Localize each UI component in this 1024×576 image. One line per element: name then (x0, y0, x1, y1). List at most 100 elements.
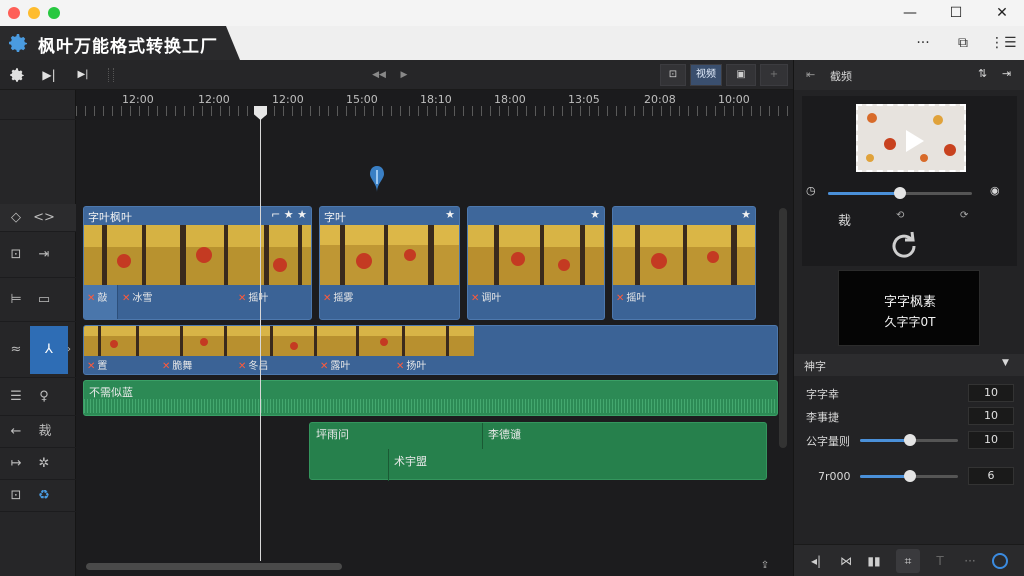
slider-knob[interactable] (904, 434, 916, 446)
list-icon[interactable]: ⋮☰ (990, 33, 1017, 53)
segment-video[interactable]: 视频 (690, 64, 722, 86)
step-forward-icon[interactable]: ▶| (40, 65, 58, 85)
audio-clip[interactable]: 坪雨问 李德谴 术宇盟 (309, 422, 767, 481)
maximize-button[interactable]: ☐ (938, 3, 974, 23)
bars-icon[interactable]: ▮▮ (864, 552, 884, 570)
volume-slider[interactable] (828, 187, 972, 199)
monitor-icon[interactable]: ⊡ (4, 243, 28, 267)
section-header[interactable]: 神字 ▼ (794, 354, 1024, 376)
volume-high-icon[interactable]: ◉ (990, 184, 1000, 197)
prop-value-input[interactable]: 10 (968, 431, 1014, 449)
collapse-icon[interactable]: ⇥ (1002, 67, 1011, 80)
minimize-button[interactable]: — (892, 3, 928, 23)
gear-icon (9, 34, 27, 52)
pin-icon[interactable]: ♀ (32, 385, 56, 409)
prop-slider[interactable] (860, 470, 958, 482)
bowtie-icon[interactable]: ⋈ (836, 552, 856, 570)
zoom-dot[interactable] (48, 7, 60, 19)
star-icon[interactable]: ⌐ ★ ★ (271, 208, 307, 221)
rewind-button[interactable]: ◀◀ (368, 65, 390, 85)
slider-knob[interactable] (894, 187, 906, 199)
video-preview: ◷ ◉ 裁 ⟲ ⟳ (802, 96, 1017, 266)
audio-label: 术宇盟 (394, 455, 427, 468)
track-row-extra: ⊡ ♻ (0, 480, 76, 512)
maple-forest-thumbnail (468, 225, 604, 285)
timeline-area[interactable]: 字叶枫叶 ⌐ ★ ★ ✕ 敲 ✕ 冰雪 ✕ 摇叶 字叶 ★ ✕ 摇雾 ★ ✕ 调… (76, 120, 793, 576)
text-icon[interactable]: T (930, 552, 950, 570)
thumbnail-strip (84, 326, 474, 356)
diamond-icon[interactable]: ◇ (4, 206, 28, 230)
more-icon[interactable]: ··· (912, 33, 934, 53)
export-icon[interactable]: ⊡ (4, 484, 28, 508)
settings-icon[interactable] (8, 66, 26, 84)
slider-knob[interactable] (904, 470, 916, 482)
window-icon[interactable]: ⧉ (952, 33, 974, 53)
chevron-down-icon[interactable]: ▼ (1002, 358, 1009, 368)
video-clip[interactable]: 字叶 ★ ✕ 摇雾 (319, 206, 460, 320)
clip-title: 字叶 (324, 211, 346, 224)
segment-add[interactable]: + (760, 64, 788, 86)
enter-icon[interactable]: ↦ (4, 452, 28, 476)
prop-slider[interactable] (860, 434, 958, 446)
volume-low-icon[interactable]: ◷ (806, 184, 816, 197)
forward-button[interactable]: ▶ (396, 65, 412, 85)
align-icon[interactable]: ⊨ (4, 288, 28, 312)
refresh-icon[interactable] (886, 228, 922, 264)
track-row-audio3: ↦ ✲ (0, 448, 76, 480)
next-frame-icon[interactable]: ▶| (74, 65, 92, 85)
code-icon[interactable]: <> (32, 206, 56, 230)
time-ruler[interactable]: 12:00 12:00 12:00 15:00 18:10 18:00 13:0… (76, 90, 793, 120)
video-clip[interactable]: ★ ✕ 摇叶 (612, 206, 756, 320)
split-clip-icon[interactable]: ◂| (806, 552, 826, 570)
app-title: 枫叶万能格式转换工厂 (38, 37, 218, 57)
prop-value-input[interactable]: 6 (968, 467, 1014, 485)
wave-icon[interactable]: ≈ (4, 338, 28, 362)
recycle-icon[interactable]: ♻ (32, 484, 56, 508)
playhead-line[interactable] (260, 106, 261, 561)
subtitle-preview[interactable]: 字字枫素 久字字0T (838, 270, 980, 346)
folder-icon[interactable]: ▭ (32, 288, 56, 312)
cog-icon[interactable]: ✲ (32, 452, 56, 476)
vertical-scrollbar[interactable] (779, 208, 787, 448)
chevron-right-icon[interactable]: › (62, 338, 76, 362)
star-icon[interactable]: ★ (445, 208, 455, 221)
crop-tool-button[interactable]: ⌗ (896, 549, 920, 573)
back-icon[interactable]: ⇤ (806, 68, 815, 81)
prop-value-input[interactable]: 10 (968, 384, 1014, 402)
star-icon[interactable]: ★ (741, 208, 751, 221)
rotate-right-icon[interactable]: ⟳ (960, 210, 968, 221)
maple-forest-thumbnail (613, 225, 755, 285)
export-icon[interactable]: ⇪ (758, 560, 772, 574)
video-clip-long[interactable]: ✕ 置 ✕ 脆舞 ✕ 冬吕 ✕ 露叶 ✕ 扬叶 (83, 325, 778, 375)
arrow-left-icon[interactable]: ← (4, 420, 28, 444)
circle-tool-icon[interactable] (992, 553, 1008, 569)
video-clip[interactable]: 字叶枫叶 ⌐ ★ ★ ✕ 敲 ✕ 冰雪 ✕ 摇叶 (83, 206, 312, 320)
title-bar: — ☐ ✕ (0, 0, 1024, 26)
marker-pin-icon[interactable] (369, 166, 385, 192)
arrow-right-icon[interactable]: ⇥ (32, 243, 56, 267)
audio-waveform (84, 399, 777, 413)
clip-sub-label: ✕ 调叶 (471, 293, 502, 304)
maple-forest-thumbnail (84, 225, 311, 285)
segment-frame[interactable]: ▣ (726, 64, 756, 86)
close-dot[interactable] (8, 7, 20, 19)
video-clip[interactable]: ★ ✕ 调叶 (467, 206, 605, 320)
clip-sub-label: ✕ 摇叶 (238, 293, 269, 304)
segment-screen[interactable]: ⊡ (660, 64, 686, 86)
sort-icon[interactable]: ⇅ (978, 67, 987, 80)
play-icon[interactable] (906, 130, 924, 152)
close-button[interactable]: ✕ (984, 3, 1020, 23)
tick-label: 18:00 (494, 93, 526, 106)
clip-sub-label: ✕ 摇雾 (323, 293, 354, 304)
rotate-left-icon[interactable]: ⟲ (896, 210, 904, 221)
crop-icon[interactable]: 裁 (30, 420, 60, 444)
horizontal-scrollbar[interactable] (86, 563, 342, 570)
list-icon[interactable]: ☰ (4, 385, 28, 409)
prop-value-input[interactable]: 10 (968, 407, 1014, 425)
audio-clip[interactable]: 不需似蓝 (83, 380, 778, 416)
star-icon[interactable]: ★ (590, 208, 600, 221)
minimize-dot[interactable] (28, 7, 40, 19)
video-thumbnail[interactable] (856, 104, 966, 172)
more-icon[interactable]: ··· (960, 552, 980, 570)
slider-fill (828, 192, 900, 195)
